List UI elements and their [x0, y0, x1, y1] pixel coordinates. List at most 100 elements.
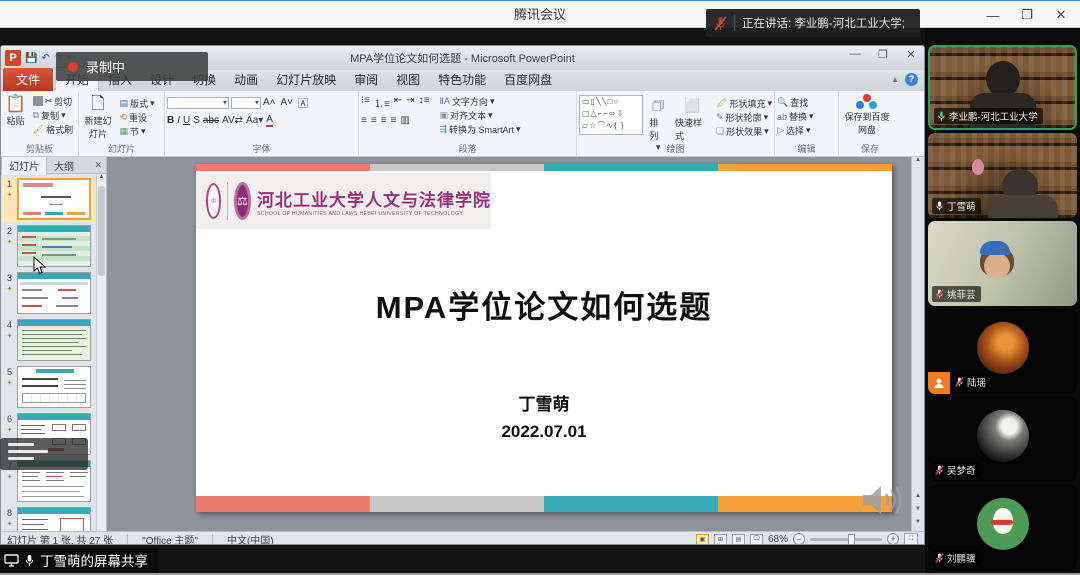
- help-icon[interactable]: ?: [905, 73, 918, 86]
- close-button[interactable]: ✕: [1044, 1, 1078, 29]
- smartart-button[interactable]: ⇶ 转换为 SmartArt ▾: [439, 123, 520, 136]
- thumb-graphic-3[interactable]: [17, 272, 91, 314]
- slide-canvas[interactable]: ♔ ⚖ 河北工业大学人文与法律学院 SCHOOL OF HUMANITIES A…: [196, 164, 892, 512]
- shrink-font-icon[interactable]: A˅: [281, 97, 294, 108]
- shadow-button[interactable]: S: [193, 115, 200, 126]
- zoom-in-button[interactable]: +: [887, 533, 899, 545]
- shape-outline-button[interactable]: ✎ 形状轮廓 ▾: [716, 111, 772, 124]
- align-center-icon[interactable]: ≡: [371, 115, 377, 126]
- scroll-down-icon[interactable]: ▼: [912, 519, 924, 531]
- numbering-icon[interactable]: ⒈≡: [374, 95, 390, 110]
- slide-thumbnail-1[interactable]: 1✦: [2, 178, 96, 222]
- participant-tile-4[interactable]: 陆瑶: [928, 309, 1077, 394]
- shape-effects-button[interactable]: ❏ 形状效果 ▾: [716, 125, 772, 138]
- replace-button[interactable]: ab 替换 ▾: [777, 110, 836, 123]
- panel-tab-slides[interactable]: 幻灯片: [1, 155, 47, 175]
- increase-indent-icon[interactable]: ⇥: [406, 95, 414, 110]
- minimize-button[interactable]: —: [976, 1, 1010, 29]
- decrease-indent-icon[interactable]: ⇤: [394, 95, 402, 110]
- section-button[interactable]: ▦ 节 ▾: [119, 125, 154, 138]
- italic-button[interactable]: I: [177, 115, 180, 126]
- participant-tile-5[interactable]: 吴梦奇: [928, 397, 1077, 482]
- cut-button[interactable]: ✂ 剪切: [33, 95, 73, 108]
- next-slide-icon[interactable]: ▼: [912, 506, 924, 518]
- align-left-icon[interactable]: ≡: [361, 115, 367, 126]
- collapse-ribbon-icon[interactable]: ▲: [891, 75, 899, 84]
- tab-slideshow[interactable]: 幻灯片放映: [267, 68, 345, 91]
- previous-slide-icon[interactable]: ▲: [912, 493, 924, 505]
- thumb-graphic-4[interactable]: [17, 319, 91, 361]
- slide-thumbnail-2[interactable]: 2✦: [2, 225, 96, 269]
- zoom-slider[interactable]: [810, 538, 882, 541]
- tab-view[interactable]: 视图: [387, 68, 429, 91]
- tab-file[interactable]: 文件: [3, 68, 53, 91]
- reading-view-button[interactable]: ▤: [732, 534, 745, 545]
- shape-fill-button[interactable]: 🖍 形状填充 ▾: [716, 97, 772, 110]
- zoom-level[interactable]: 68%: [768, 534, 788, 545]
- tab-review[interactable]: 审阅: [345, 68, 387, 91]
- character-spacing-button[interactable]: AV⇄: [222, 115, 243, 126]
- shapes-gallery[interactable]: ▭▯╲╲□○▢△⌐⌐⇨⇩▱☆⌒∿{ }: [579, 95, 643, 135]
- scroll-up-icon[interactable]: ▲: [912, 157, 924, 169]
- floating-list-overlay[interactable]: [0, 438, 88, 470]
- justify-icon[interactable]: ≡: [391, 115, 397, 126]
- slideshow-button[interactable]: 🖵: [750, 534, 763, 545]
- baidu-save-button[interactable]: 保存到百度网盘: [841, 93, 893, 137]
- layout-button[interactable]: ▤ 版式 ▾: [119, 97, 154, 110]
- panel-close-icon[interactable]: ✕: [94, 160, 106, 171]
- theme-name[interactable]: "Office 主题": [142, 532, 198, 546]
- line-spacing-icon[interactable]: ↕≡: [419, 95, 430, 110]
- underline-button[interactable]: U: [183, 115, 190, 126]
- zoom-slider-thumb[interactable]: [848, 534, 855, 545]
- text-direction-button[interactable]: ⅡA 文字方向 ▾: [439, 95, 520, 108]
- thumb-graphic-1[interactable]: [17, 178, 91, 220]
- new-slide-button[interactable]: 🗋 新建幻灯片: [81, 93, 115, 141]
- language-status[interactable]: 中文(中国): [227, 532, 274, 546]
- reset-button[interactable]: ⟲ 重设: [119, 111, 154, 124]
- clear-formatting-icon[interactable]: 🄰: [298, 95, 308, 110]
- grow-font-icon[interactable]: A˄: [263, 97, 276, 108]
- slide-thumbnail-8[interactable]: 8✦: [2, 507, 96, 531]
- align-right-icon[interactable]: ≡: [381, 115, 387, 126]
- ppt-close-button[interactable]: ✕: [902, 48, 920, 61]
- columns-icon[interactable]: ▥: [400, 115, 409, 126]
- slide-thumbnail-5[interactable]: 5✦: [2, 366, 96, 410]
- slide-thumbnail-3[interactable]: 3✦: [2, 272, 96, 316]
- quick-styles-button[interactable]: ⬜ 快速样式: [673, 95, 712, 143]
- editor-scrollbar[interactable]: ▲ ▲ ▼ ▼: [911, 157, 924, 531]
- find-button[interactable]: 🔍 查找: [777, 96, 836, 109]
- participant-tile-3[interactable]: 姚菲芸: [928, 221, 1077, 306]
- strikethrough-button[interactable]: abc: [203, 115, 219, 126]
- font-color-button[interactable]: A: [266, 114, 273, 127]
- thumb-graphic-8[interactable]: [17, 507, 91, 531]
- participant-tile-2[interactable]: 丁雪萌: [928, 133, 1077, 218]
- font-size-select[interactable]: ▾: [231, 97, 261, 109]
- maximize-button[interactable]: ❐: [1010, 1, 1044, 29]
- bold-button[interactable]: B: [167, 115, 174, 126]
- format-painter-button[interactable]: 🖌 格式刷: [33, 123, 73, 136]
- change-case-button[interactable]: Aa▾: [246, 115, 263, 126]
- zoom-out-button[interactable]: −: [793, 533, 805, 545]
- normal-view-button[interactable]: ▣: [696, 534, 709, 545]
- select-button[interactable]: ▷ 选择 ▾: [777, 124, 836, 137]
- ppt-restore-button[interactable]: ❐: [874, 48, 892, 61]
- participant-tile-1[interactable]: 李业鹏-河北工业大学: [928, 45, 1077, 130]
- thumb-graphic-2[interactable]: [17, 225, 91, 267]
- bullets-icon[interactable]: ⁝≡: [361, 95, 370, 110]
- scroll-up-icon[interactable]: ▲: [97, 174, 106, 184]
- thumbnails-scrollbar[interactable]: ▲: [96, 174, 106, 531]
- copy-button[interactable]: ⧉ 复制 ▾: [33, 109, 73, 122]
- paste-button[interactable]: 📋 粘贴: [3, 93, 28, 128]
- tab-animations[interactable]: 动画: [225, 68, 267, 91]
- slide-thumbnail-4[interactable]: 4✦: [2, 319, 96, 363]
- tab-special-features[interactable]: 特色功能: [429, 68, 495, 91]
- panel-tab-outline[interactable]: 大纲: [47, 156, 81, 175]
- audio-speaker-icon[interactable]: [860, 482, 902, 523]
- ppt-minimize-button[interactable]: —: [846, 48, 864, 61]
- participant-tile-6[interactable]: 刘鹏骥: [928, 485, 1077, 570]
- thumb-graphic-5[interactable]: [17, 366, 91, 408]
- slide-sorter-button[interactable]: ⊞: [714, 534, 727, 545]
- align-text-button[interactable]: ▣ 对齐文本 ▾: [439, 109, 520, 122]
- font-name-select[interactable]: ▾: [167, 97, 229, 109]
- scrollbar-thumb[interactable]: [98, 186, 105, 276]
